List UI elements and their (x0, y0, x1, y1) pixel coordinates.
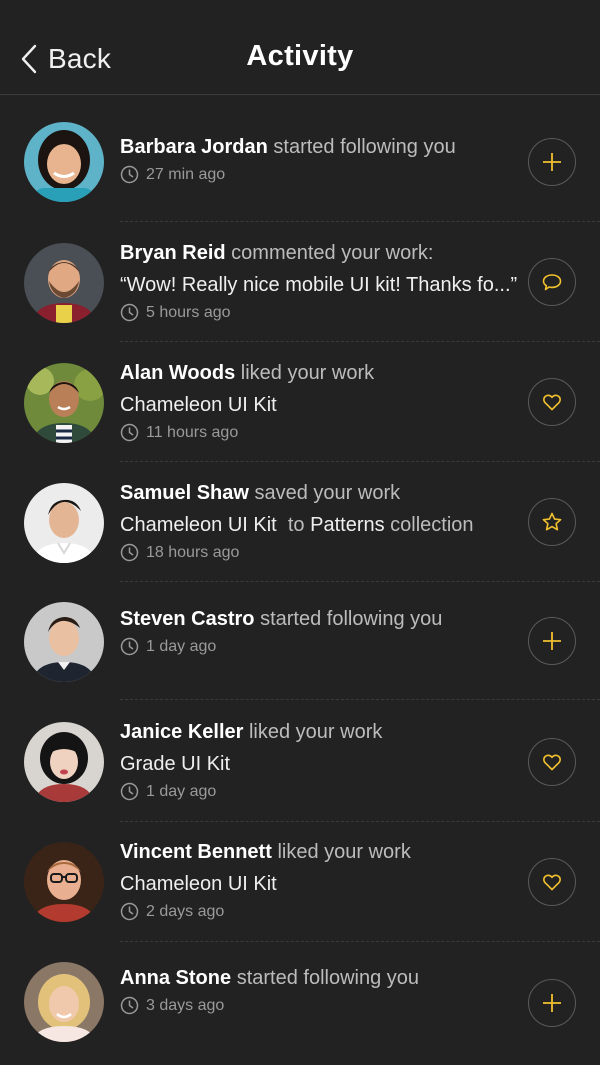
follow-button[interactable] (528, 979, 576, 1027)
user-name[interactable]: Samuel Shaw (120, 482, 249, 504)
plus-icon (543, 994, 561, 1012)
time-label: 18 hours ago (146, 543, 240, 561)
clock-icon (120, 543, 139, 562)
avatar[interactable] (24, 842, 104, 922)
activity-item[interactable]: Bryan Reid commented your work: “Wow! Re… (0, 222, 600, 342)
follow-button[interactable] (528, 138, 576, 186)
activity-item[interactable]: Barbara Jordan started following you 27 … (0, 95, 600, 222)
like-button[interactable] (528, 738, 576, 786)
activity-text: Janice Keller liked your work (120, 720, 512, 744)
clock-icon (120, 996, 139, 1015)
time-label: 3 days ago (146, 996, 225, 1014)
timestamp: 1 day ago (120, 782, 512, 801)
time-label: 2 days ago (146, 902, 225, 920)
heart-icon (543, 874, 561, 891)
timestamp: 2 days ago (120, 902, 512, 921)
clock-icon (120, 303, 139, 322)
timestamp: 11 hours ago (120, 423, 512, 442)
save-button[interactable] (528, 498, 576, 546)
clock-icon (120, 637, 139, 656)
work-title[interactable]: Chameleon UI Kit (120, 872, 512, 896)
action-text: started following you (260, 608, 443, 630)
activity-text: Vincent Bennett liked your work (120, 840, 512, 864)
action-text: liked your work (277, 841, 411, 863)
time-label: 1 day ago (146, 637, 217, 655)
activity-text: Alan Woods liked your work (120, 361, 512, 385)
clock-icon (120, 782, 139, 801)
time-label: 5 hours ago (146, 303, 231, 321)
header-bar: Back Activity (0, 0, 600, 95)
avatar[interactable] (24, 363, 104, 443)
activity-text: Barbara Jordan started following you (120, 135, 512, 159)
avatar[interactable] (24, 722, 104, 802)
comment-text: “Wow! Really nice mobile UI kit! Thanks … (120, 274, 518, 296)
plus-icon (543, 632, 561, 650)
timestamp: 27 min ago (120, 165, 512, 184)
activity-screen: Back Activity Barbara Jordan started fol… (0, 0, 600, 1065)
like-button[interactable] (528, 858, 576, 906)
timestamp: 3 days ago (120, 996, 512, 1015)
work-title[interactable]: Grade UI Kit (120, 752, 512, 776)
time-label: 11 hours ago (146, 423, 239, 441)
plus-icon (543, 153, 561, 171)
work-title[interactable]: Chameleon UI Kit (120, 514, 277, 536)
activity-list: Barbara Jordan started following you 27 … (0, 95, 600, 1065)
time-label: 1 day ago (146, 782, 217, 800)
reply-button[interactable] (528, 258, 576, 306)
save-detail: Chameleon UI Kit to Patterns collection (120, 513, 512, 537)
star-icon (542, 512, 562, 531)
avatar[interactable] (24, 243, 104, 323)
activity-text: Bryan Reid commented your work: (120, 241, 512, 265)
action-text: saved your work (254, 482, 401, 504)
time-label: 27 min ago (146, 165, 226, 183)
user-name[interactable]: Steven Castro (120, 608, 255, 630)
page-title: Activity (246, 40, 354, 72)
clock-icon (120, 902, 139, 921)
collection-word: collection (390, 514, 474, 536)
timestamp: 18 hours ago (120, 543, 512, 562)
activity-text: Samuel Shaw saved your work (120, 481, 512, 505)
activity-item[interactable]: Steven Castro started following you 1 da… (0, 582, 600, 700)
action-text: liked your work (240, 362, 375, 384)
user-name[interactable]: Vincent Bennett (120, 841, 272, 863)
timestamp: 1 day ago (120, 637, 512, 656)
activity-item[interactable]: Vincent Bennett liked your work Chameleo… (0, 822, 600, 942)
avatar[interactable] (24, 962, 104, 1042)
user-name[interactable]: Bryan Reid (120, 242, 226, 264)
activity-text: Steven Castro started following you (120, 607, 512, 631)
user-name[interactable]: Janice Keller (120, 721, 243, 743)
activity-item[interactable]: Alan Woods liked your work Chameleon UI … (0, 342, 600, 462)
action-text: started following you (273, 136, 456, 158)
to-word: to (287, 514, 305, 536)
user-name[interactable]: Barbara Jordan (120, 136, 268, 158)
user-name[interactable]: Anna Stone (120, 967, 231, 989)
activity-item[interactable]: Anna Stone started following you 3 days … (0, 942, 600, 1065)
clock-icon (120, 165, 139, 184)
work-title[interactable]: Chameleon UI Kit (120, 393, 512, 417)
heart-icon (543, 394, 561, 411)
heart-icon (543, 754, 561, 771)
collection-name[interactable]: Patterns (310, 514, 384, 536)
avatar[interactable] (24, 122, 104, 202)
avatar[interactable] (24, 602, 104, 682)
action-text: liked your work (248, 721, 383, 743)
timestamp: 5 hours ago (120, 303, 512, 322)
avatar[interactable] (24, 483, 104, 563)
activity-item[interactable]: Janice Keller liked your work Grade UI K… (0, 700, 600, 822)
activity-text: Anna Stone started following you (120, 966, 512, 990)
like-button[interactable] (528, 378, 576, 426)
action-text: started following you (236, 967, 420, 989)
comment-icon (542, 274, 562, 291)
user-name[interactable]: Alan Woods (120, 362, 235, 384)
follow-button[interactable] (528, 617, 576, 665)
activity-item[interactable]: Samuel Shaw saved your work Chameleon UI… (0, 462, 600, 582)
clock-icon (120, 423, 139, 442)
action-text: commented your work: (231, 242, 434, 264)
